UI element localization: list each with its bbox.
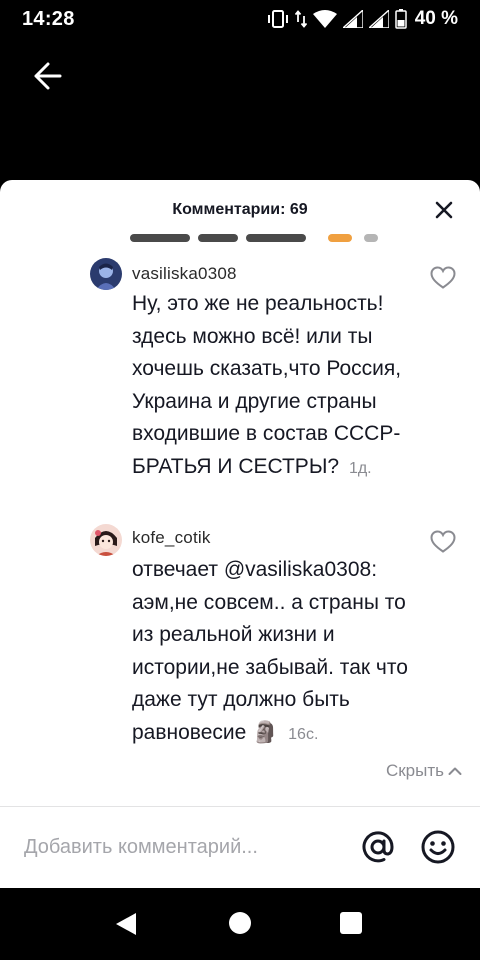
mention-link[interactable]: @vasiliska0308: [224, 558, 371, 581]
nav-back-icon[interactable]: [114, 912, 138, 936]
comment-input-bar: [0, 807, 480, 888]
at-sign-icon[interactable]: [360, 829, 396, 865]
wifi-icon: [312, 10, 337, 28]
chevron-up-icon: [448, 767, 462, 775]
partial-comment-row: [130, 228, 390, 244]
heart-icon[interactable]: [430, 266, 456, 290]
signal-icon: [342, 10, 363, 28]
comment-username[interactable]: kofe_cotik: [132, 528, 211, 548]
heart-icon[interactable]: [430, 530, 456, 554]
close-icon[interactable]: [434, 200, 454, 220]
vibrate-icon: [267, 10, 288, 28]
comment-time: 16с.: [288, 725, 319, 743]
comment-body: Ну, это же не реальность! здесь можно вс…: [132, 292, 402, 478]
hide-replies-label: Скрыть: [385, 761, 444, 780]
battery-icon: [394, 9, 407, 29]
moai-emoji: 🗿: [252, 720, 279, 744]
back-arrow-icon[interactable]: [28, 58, 64, 94]
sheet-title: Комментарии: 69: [172, 201, 308, 218]
status-time: 14:28: [22, 8, 75, 30]
avatar[interactable]: [90, 524, 122, 556]
comment-input[interactable]: [24, 831, 334, 863]
nav-home-icon[interactable]: [229, 912, 251, 934]
data-arrows-icon: [294, 10, 307, 28]
nav-recents-icon[interactable]: [340, 912, 362, 934]
battery-percent: 40 %: [414, 8, 458, 29]
comment-time: 1д.: [348, 459, 372, 477]
comment-username[interactable]: vasiliska0308: [132, 264, 237, 284]
comment-body: : аэм,не совсем.. а страны то из реально…: [132, 558, 408, 744]
comments-sheet: Комментарии: 69 vasiliska0308 Ну, это же…: [0, 180, 480, 888]
comment-text: Ну, это же не реальность! здесь можно вс…: [132, 288, 422, 485]
reply-prefix: отвечает: [132, 558, 218, 581]
status-bar: 14:28 40 %: [0, 0, 480, 38]
comment-text: отвечает @vasiliska0308: аэм,не совсем..…: [132, 554, 422, 751]
emoji-icon[interactable]: [420, 829, 456, 865]
hide-replies-button[interactable]: Скрыть: [386, 761, 462, 781]
system-nav-bar: [0, 888, 480, 960]
signal-icon: [368, 10, 389, 28]
status-icons: 40 %: [267, 8, 458, 30]
avatar[interactable]: [90, 258, 122, 290]
